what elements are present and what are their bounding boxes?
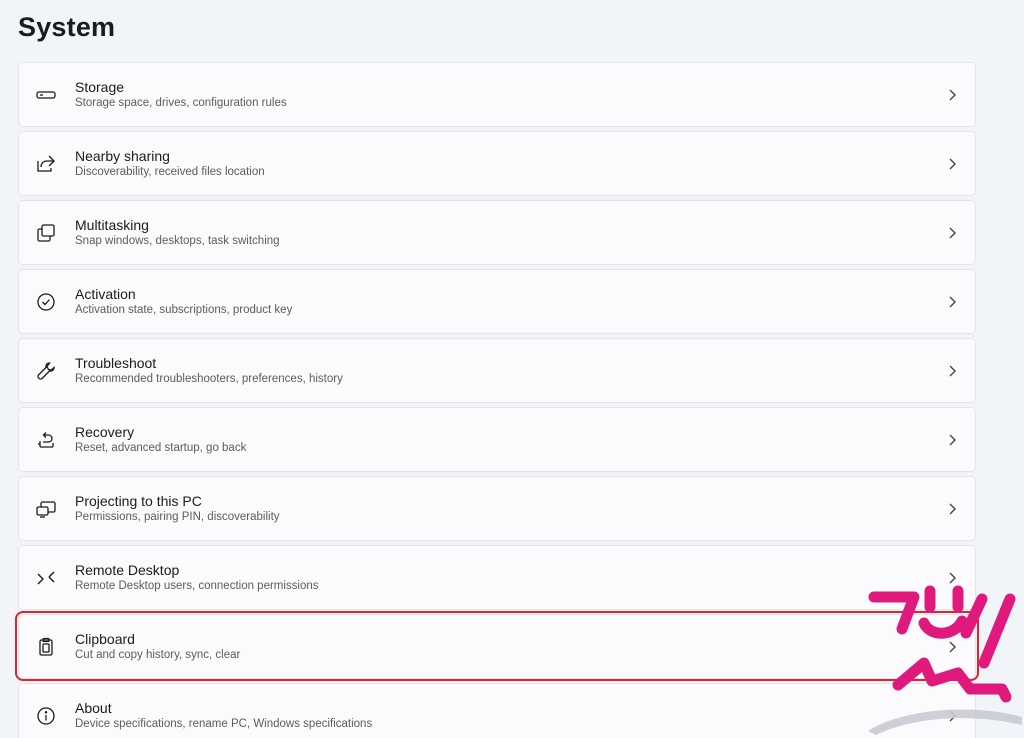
item-description: Cut and copy history, sync, clear — [75, 648, 241, 661]
item-title: Clipboard — [75, 630, 135, 647]
item-description: Storage space, drives, configuration rul… — [75, 96, 287, 109]
chevron-right-icon — [947, 157, 959, 171]
share-icon — [35, 153, 57, 175]
check-circle-icon — [35, 291, 57, 313]
info-icon — [35, 705, 57, 727]
settings-item-remote-desktop[interactable]: Remote Desktop Remote Desktop users, con… — [18, 545, 976, 610]
chevron-right-icon — [947, 640, 959, 654]
chevron-right-icon — [947, 571, 959, 585]
settings-item-recovery[interactable]: Recovery Reset, advanced startup, go bac… — [18, 407, 976, 472]
item-title: Projecting to this PC — [75, 492, 202, 509]
recovery-icon — [35, 429, 57, 451]
item-title: Troubleshoot — [75, 354, 157, 371]
multitasking-icon — [35, 222, 57, 244]
item-title: About — [75, 699, 112, 716]
wrench-icon — [35, 360, 57, 382]
projecting-icon — [35, 498, 57, 520]
item-description: Activation state, subscriptions, product… — [75, 303, 293, 316]
item-description: Discoverability, received files location — [75, 165, 265, 178]
item-title: Remote Desktop — [75, 561, 180, 578]
settings-item-nearby-sharing[interactable]: Nearby sharing Discoverability, received… — [18, 131, 976, 196]
chevron-right-icon — [947, 433, 959, 447]
item-title: Nearby sharing — [75, 147, 170, 164]
item-title: Storage — [75, 78, 125, 95]
chevron-right-icon — [947, 226, 959, 240]
item-description: Permissions, pairing PIN, discoverabilit… — [75, 510, 280, 523]
chevron-right-icon — [947, 88, 959, 102]
settings-item-multitasking[interactable]: Multitasking Snap windows, desktops, tas… — [18, 200, 976, 265]
storage-icon — [35, 84, 57, 106]
chevron-right-icon — [947, 709, 959, 723]
item-description: Recommended troubleshooters, preferences… — [75, 372, 343, 385]
settings-list: Storage Storage space, drives, configura… — [18, 62, 976, 738]
clipboard-icon — [35, 636, 57, 658]
settings-item-about[interactable]: About Device specifications, rename PC, … — [18, 683, 976, 738]
item-description: Device specifications, rename PC, Window… — [75, 717, 373, 730]
item-title: Recovery — [75, 423, 135, 440]
settings-item-activation[interactable]: Activation Activation state, subscriptio… — [18, 269, 976, 334]
item-title: Multitasking — [75, 216, 149, 233]
settings-item-storage[interactable]: Storage Storage space, drives, configura… — [18, 62, 976, 127]
settings-item-clipboard[interactable]: Clipboard Cut and copy history, sync, cl… — [18, 614, 976, 679]
item-title: Activation — [75, 285, 136, 302]
chevron-right-icon — [947, 364, 959, 378]
settings-item-troubleshoot[interactable]: Troubleshoot Recommended troubleshooters… — [18, 338, 976, 403]
remote-desktop-icon — [35, 567, 57, 589]
settings-item-projecting[interactable]: Projecting to this PC Permissions, pairi… — [18, 476, 976, 541]
page-title: System — [18, 12, 116, 42]
chevron-right-icon — [947, 295, 959, 309]
item-description: Snap windows, desktops, task switching — [75, 234, 280, 247]
item-description: Reset, advanced startup, go back — [75, 441, 247, 454]
chevron-right-icon — [947, 502, 959, 516]
item-description: Remote Desktop users, connection permiss… — [75, 579, 319, 592]
